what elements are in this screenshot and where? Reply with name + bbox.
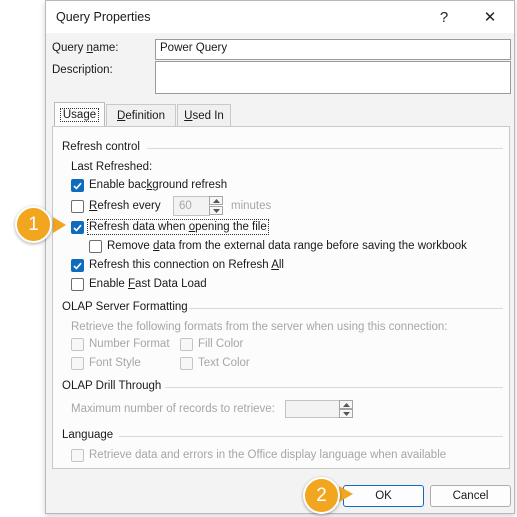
checkmark-icon <box>73 224 82 232</box>
olap-formatting-rule <box>189 308 503 309</box>
checkmark-icon <box>73 182 82 190</box>
refresh-on-refresh-all-label: Refresh this connection on Refresh All <box>89 259 284 271</box>
dialog-title: Query Properties <box>56 10 151 24</box>
font-style-checkbox[interactable] <box>71 357 84 370</box>
query-name-label: Query name: <box>52 42 119 54</box>
title-bar: Query Properties ? ✕ <box>46 1 514 33</box>
close-icon: ✕ <box>483 9 497 26</box>
tab-definition-label: Definition <box>117 109 165 122</box>
query-properties-dialog: Query Properties ? ✕ Query name: Power Q… <box>45 0 515 514</box>
text-color-label: Text Color <box>198 357 250 369</box>
ok-button[interactable]: OK <box>343 485 424 507</box>
office-language-label: Retrieve data and errors in the Office d… <box>89 449 447 461</box>
query-name-value: Power Query <box>160 42 228 54</box>
help-button[interactable]: ? <box>424 4 464 30</box>
tab-usage[interactable]: Usage <box>54 102 105 126</box>
refresh-every-checkbox[interactable] <box>71 200 84 213</box>
language-rule <box>119 436 503 437</box>
office-language-checkbox[interactable] <box>71 449 84 462</box>
remove-data-checkbox[interactable] <box>89 240 102 253</box>
refresh-control-rule <box>147 148 503 149</box>
refresh-interval-down-button[interactable] <box>209 206 223 215</box>
enable-background-refresh-label: Enable background refresh <box>89 179 228 191</box>
minutes-label: minutes <box>231 200 272 212</box>
spin-up-icon <box>342 402 350 407</box>
refresh-interval-value: 60 <box>179 200 192 212</box>
tab-usage-label: Usage <box>59 107 100 122</box>
refresh-interval-input[interactable]: 60 <box>173 196 210 216</box>
max-records-input[interactable] <box>285 400 340 418</box>
spin-down-icon <box>342 411 350 416</box>
refresh-on-open-label: Refresh data when opening the file <box>87 219 269 235</box>
fill-color-label: Fill Color <box>198 338 244 350</box>
remove-data-label: Remove data from the external data range… <box>107 240 467 252</box>
help-icon: ? <box>439 8 449 26</box>
tab-definition[interactable]: Definition <box>106 104 176 126</box>
callout-two: 2 <box>303 477 340 514</box>
refresh-control-heading: Refresh control <box>62 141 140 153</box>
number-format-checkbox[interactable] <box>71 338 84 351</box>
refresh-every-label: Refresh every <box>89 200 161 212</box>
callout-two-pointer <box>339 486 353 502</box>
callout-one: 1 <box>15 206 52 243</box>
usage-panel: Refresh control Last Refreshed: Enable b… <box>52 126 510 469</box>
query-name-input[interactable]: Power Query <box>155 39 511 60</box>
description-label: Description: <box>52 64 113 76</box>
text-color-checkbox[interactable] <box>180 357 193 370</box>
max-records-down-button[interactable] <box>339 409 353 418</box>
last-refreshed-label: Last Refreshed: <box>71 161 153 173</box>
olap-formatting-heading: OLAP Server Formatting <box>62 301 188 313</box>
enable-fast-data-load-checkbox[interactable] <box>71 278 84 291</box>
max-records-label: Maximum number of records to retrieve: <box>71 403 275 415</box>
cancel-button[interactable]: Cancel <box>430 485 511 507</box>
number-format-label: Number Format <box>89 338 170 350</box>
tab-used-in[interactable]: Used In <box>177 104 231 126</box>
max-records-up-button[interactable] <box>339 400 353 409</box>
enable-background-refresh-checkbox[interactable] <box>71 179 84 192</box>
checkmark-icon <box>73 262 82 270</box>
enable-fast-data-load-label: Enable Fast Data Load <box>89 278 207 290</box>
refresh-on-refresh-all-checkbox[interactable] <box>71 259 84 272</box>
refresh-interval-up-button[interactable] <box>209 196 223 205</box>
font-style-label: Font Style <box>89 357 141 369</box>
close-button[interactable]: ✕ <box>470 4 510 30</box>
olap-drill-through-heading: OLAP Drill Through <box>62 380 162 392</box>
callout-one-pointer <box>53 217 66 233</box>
description-input[interactable] <box>155 61 511 94</box>
tab-used-in-label: Used In <box>184 109 224 122</box>
spin-up-icon <box>212 198 220 203</box>
olap-drill-through-rule <box>165 387 503 388</box>
refresh-on-open-checkbox[interactable] <box>71 221 84 234</box>
language-heading: Language <box>62 429 114 441</box>
olap-formatting-description: Retrieve the following formats from the … <box>71 321 448 333</box>
spin-down-icon <box>212 208 220 213</box>
fill-color-checkbox[interactable] <box>180 338 193 351</box>
